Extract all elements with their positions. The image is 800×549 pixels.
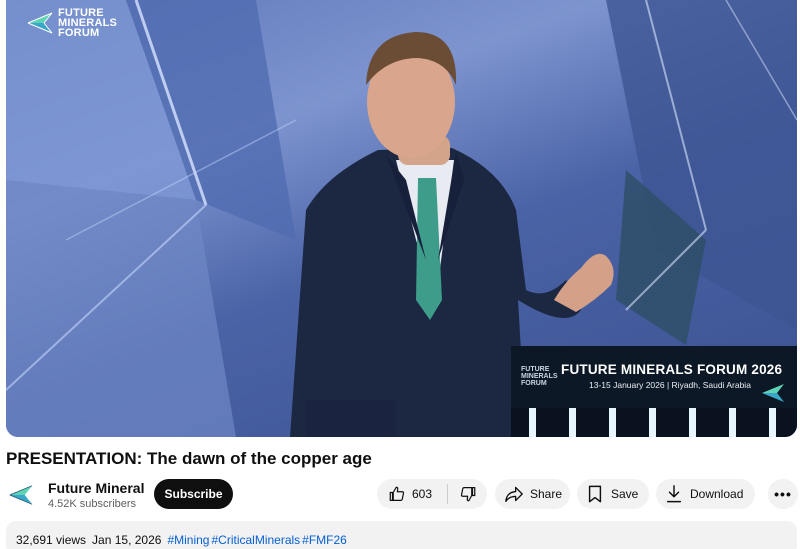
- stage-lights: [511, 408, 797, 437]
- channel-avatar[interactable]: [6, 480, 36, 510]
- share-arrow-icon: [505, 486, 523, 503]
- upload-date: Jan 15, 2026: [92, 533, 162, 547]
- thumbs-up-icon: [389, 486, 405, 501]
- share-button[interactable]: Share: [495, 479, 570, 509]
- fmf-logo-icon: [9, 485, 33, 505]
- hashtag-link[interactable]: #FMF26: [302, 533, 347, 547]
- description-box[interactable]: 32,691 views Jan 15, 2026 #Mining #Criti…: [6, 521, 797, 549]
- save-label: Save: [611, 487, 639, 501]
- like-dislike-group: 603: [377, 479, 487, 509]
- stage-screen: FUTURE MINERALS FORUM FUTURE MINERALS FO…: [511, 346, 797, 408]
- screen-logo-line: FORUM: [521, 380, 547, 387]
- bookmark-icon: [588, 485, 602, 503]
- download-label: Download: [690, 487, 744, 501]
- like-button[interactable]: 603: [377, 479, 447, 509]
- video-player[interactable]: FUTURE MINERALS FORUM FUTURE MINERALS FO…: [6, 0, 797, 437]
- like-count: 603: [412, 487, 433, 501]
- screen-logo-line: FUTURE: [521, 366, 550, 373]
- view-count: 32,691 views: [16, 533, 87, 547]
- dislike-button[interactable]: [448, 479, 487, 509]
- fmf-screen-logo-icon: [762, 384, 784, 402]
- video-title: PRESENTATION: The dawn of the copper age: [6, 449, 372, 468]
- subscribe-button[interactable]: Subscribe: [154, 479, 233, 509]
- download-icon: [666, 485, 682, 503]
- hashtag-link[interactable]: #CriticalMinerals: [211, 533, 300, 547]
- screen-small-logo: FUTURE MINERALS FORUM: [521, 366, 558, 387]
- more-actions-button[interactable]: •••: [768, 479, 798, 509]
- share-label: Share: [530, 487, 563, 501]
- description-meta: 32,691 views Jan 15, 2026 #Mining #Criti…: [16, 533, 797, 547]
- screen-logo-line: MINERALS: [521, 373, 558, 380]
- screen-title: FUTURE MINERALS FORUM 2026: [561, 362, 783, 377]
- hashtag-link[interactable]: #Mining: [167, 533, 209, 547]
- save-button[interactable]: Save: [577, 479, 649, 509]
- channel-name[interactable]: Future Mineral: [48, 480, 144, 496]
- subscriber-count: 4.52K subscribers: [48, 498, 137, 510]
- download-button[interactable]: Download: [656, 479, 755, 509]
- screen-subtitle: 13-15 January 2026 | Riyadh, Saudi Arabi…: [589, 380, 751, 390]
- thumbs-down-icon: [460, 487, 475, 502]
